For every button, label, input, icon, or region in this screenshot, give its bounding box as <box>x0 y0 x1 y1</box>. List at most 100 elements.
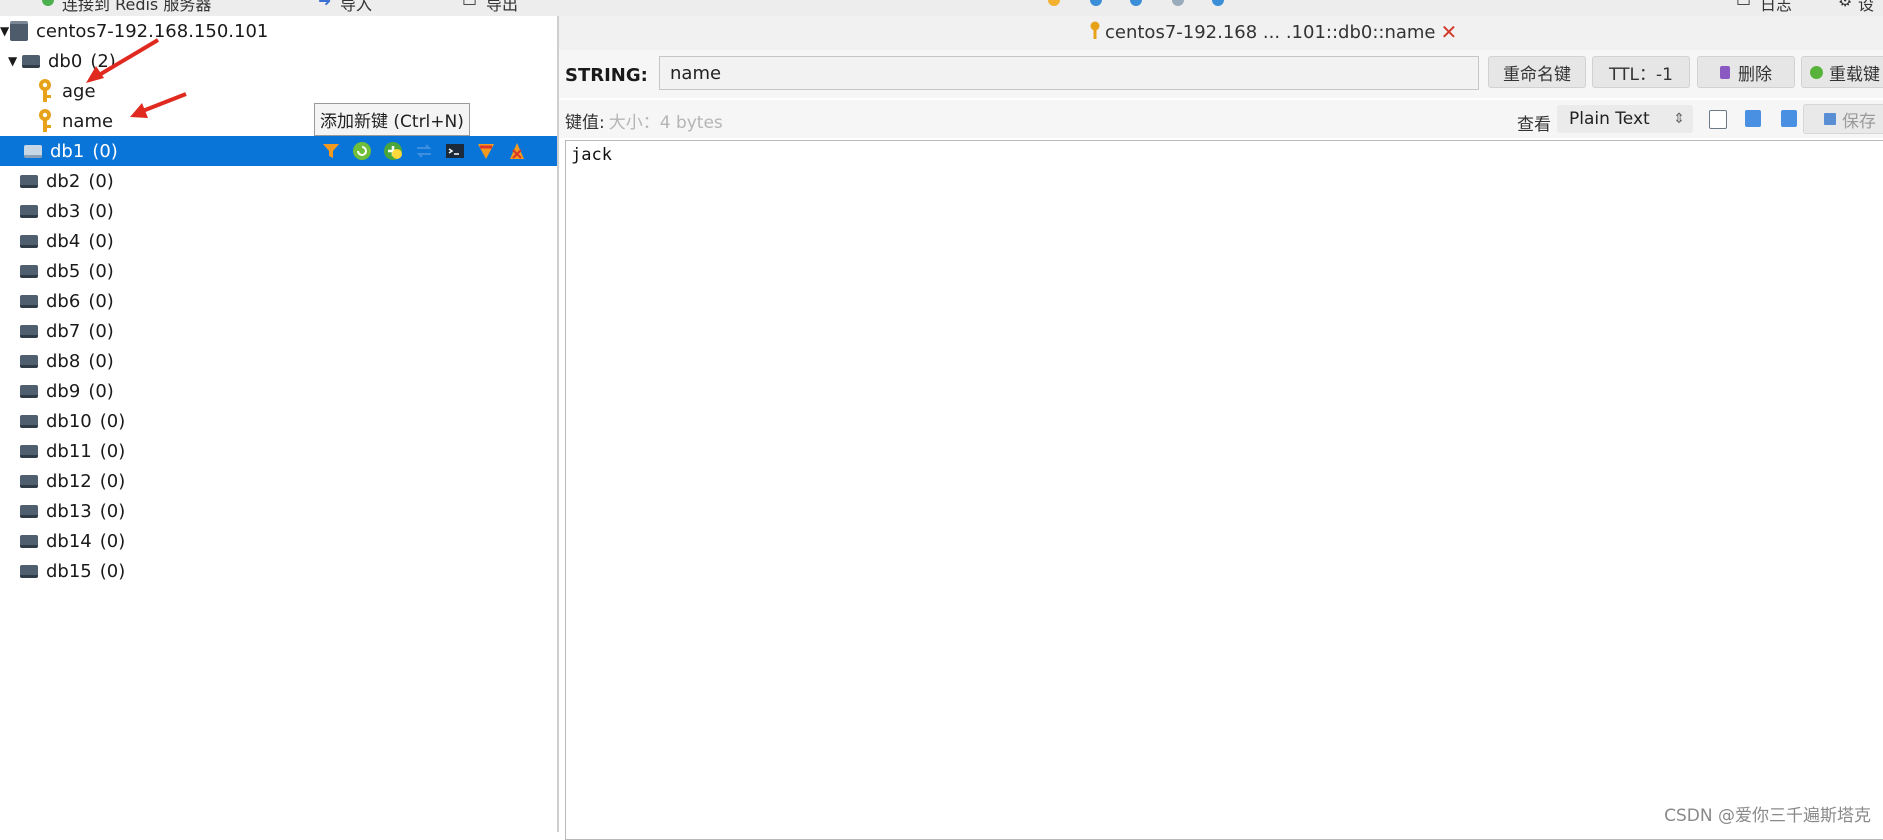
db9-node[interactable]: db9 (0) <box>0 376 557 406</box>
db-count: (0) <box>88 260 114 282</box>
reload-icon[interactable] <box>351 141 372 162</box>
database-icon <box>20 264 38 278</box>
settings-button[interactable]: 设 <box>1858 0 1874 15</box>
code-view-icon[interactable] <box>1745 110 1761 127</box>
db6-node[interactable]: db6 (0) <box>0 286 557 316</box>
status-icon-5[interactable] <box>1212 0 1224 6</box>
memory-icon[interactable] <box>475 141 496 162</box>
status-icon-1[interactable] <box>1048 0 1060 6</box>
log-button[interactable]: 日志 <box>1760 0 1792 15</box>
settings-icon[interactable]: ⚙ <box>1838 0 1852 10</box>
value-editor[interactable]: jack <box>565 140 1883 840</box>
db-count: (0) <box>99 470 126 492</box>
ttl-button[interactable]: TTL：-1 <box>1592 56 1690 88</box>
delete-label: 删除 <box>1738 64 1772 85</box>
console-icon[interactable] <box>444 141 465 162</box>
database-icon <box>20 294 38 308</box>
json-view-icon[interactable] <box>1781 110 1797 127</box>
delete-button[interactable]: 删除 <box>1697 56 1795 88</box>
import-icon[interactable]: ➜ <box>318 0 331 10</box>
db8-node[interactable]: db8 (0) <box>0 346 557 376</box>
database-icon <box>22 54 40 68</box>
view-mode-value: Plain Text <box>1569 109 1650 129</box>
type-label: STRING: <box>565 65 648 86</box>
db-label: db9 <box>46 380 81 402</box>
db1-node[interactable]: db1 (0) <box>0 136 557 166</box>
server-icon <box>10 21 28 41</box>
value-label-group: 键值: 大小：4 bytes <box>565 108 723 133</box>
flush-icon[interactable] <box>413 141 434 162</box>
db-label: db2 <box>46 170 81 192</box>
value-bar: 键值: 大小：4 bytes 查看 Plain Text ⇕ 保存 <box>559 100 1883 138</box>
db-label: db11 <box>46 440 92 462</box>
save-button[interactable]: 保存 <box>1803 104 1883 134</box>
database-icon <box>20 354 38 368</box>
db-label: db7 <box>46 320 81 342</box>
db4-node[interactable]: db4 (0) <box>0 226 557 256</box>
view-mode-select[interactable]: Plain Text ⇕ <box>1557 105 1693 133</box>
value-text[interactable]: jack <box>571 145 612 165</box>
key-icon <box>36 79 54 103</box>
db-count: (0) <box>99 530 126 552</box>
top-toolbar: 连接到 Redis 服务器 ➜ 导入 ▭ 导出 ▭ 日志 ⚙ 设 <box>0 0 1883 17</box>
log-icon[interactable]: ▭ <box>1736 0 1751 10</box>
key-toolbar: STRING: name 重命名键 TTL：-1 删除 重载键 <box>559 50 1883 98</box>
reload-key-button[interactable]: 重载键 <box>1801 56 1883 88</box>
db-count: (0) <box>92 140 118 162</box>
db-label: db12 <box>46 470 92 492</box>
database-icon <box>20 414 38 428</box>
status-icon-2[interactable] <box>1090 0 1102 6</box>
db10-node[interactable]: db10 (0) <box>0 406 557 436</box>
db-label: db6 <box>46 290 81 312</box>
up-down-chevron-icon: ⇕ <box>1673 111 1685 127</box>
db-label: db10 <box>46 410 92 432</box>
collapse-arrow-icon[interactable]: ▼ <box>0 24 10 38</box>
key-item-name[interactable]: name <box>0 106 557 136</box>
key-tab[interactable]: centos7-192.168 ... .101::db0::name ✕ <box>1089 20 1457 44</box>
db3-node[interactable]: db3 (0) <box>0 196 557 226</box>
db14-node[interactable]: db14 (0) <box>0 526 557 556</box>
database-icon <box>20 564 38 578</box>
trash-icon <box>1720 65 1730 79</box>
db5-node[interactable]: db5 (0) <box>0 256 557 286</box>
export-icon[interactable]: ▭ <box>462 0 477 10</box>
status-icon-3[interactable] <box>1130 0 1142 6</box>
connect-button[interactable]: 连接到 Redis 服务器 <box>62 0 211 15</box>
database-icon <box>20 474 38 488</box>
db15-node[interactable]: db15 (0) <box>0 556 557 586</box>
db-label: db8 <box>46 350 81 372</box>
reload-label: 重载键 <box>1829 64 1880 85</box>
db-count: (0) <box>88 170 114 192</box>
rename-key-button[interactable]: 重命名键 <box>1488 56 1586 88</box>
db-label: db3 <box>46 200 81 222</box>
db-label: db4 <box>46 230 81 252</box>
annotation-arrow-icon <box>86 38 160 83</box>
save-label: 保存 <box>1842 111 1876 132</box>
db11-node[interactable]: db11 (0) <box>0 436 557 466</box>
export-button[interactable]: 导出 <box>486 0 518 15</box>
database-icon <box>20 324 38 338</box>
db7-node[interactable]: db7 (0) <box>0 316 557 346</box>
copy-icon[interactable] <box>1709 110 1727 129</box>
import-button[interactable]: 导入 <box>340 0 372 15</box>
reload-icon <box>1810 65 1823 79</box>
db-toolset <box>320 136 527 166</box>
watermark: CSDN @爱你三千遍斯塔克 <box>1664 806 1871 826</box>
key-name-field[interactable]: name <box>659 56 1479 90</box>
db13-node[interactable]: db13 (0) <box>0 496 557 526</box>
connect-icon[interactable] <box>42 0 54 6</box>
close-tab-icon[interactable]: ✕ <box>1441 20 1458 44</box>
database-icon <box>20 384 38 398</box>
db12-node[interactable]: db12 (0) <box>0 466 557 496</box>
db-count: (0) <box>99 440 126 462</box>
expand-arrow-icon[interactable]: ▼ <box>8 54 22 68</box>
db-count: (0) <box>88 290 114 312</box>
db2-node[interactable]: db2 (0) <box>0 166 557 196</box>
db-label: db5 <box>46 260 81 282</box>
key-icon <box>1089 21 1101 44</box>
db-count: (0) <box>88 380 114 402</box>
status-icon-4[interactable] <box>1172 0 1184 6</box>
analysis-icon[interactable] <box>506 141 527 162</box>
add-key-icon[interactable] <box>382 141 403 162</box>
filter-icon[interactable] <box>320 141 341 162</box>
